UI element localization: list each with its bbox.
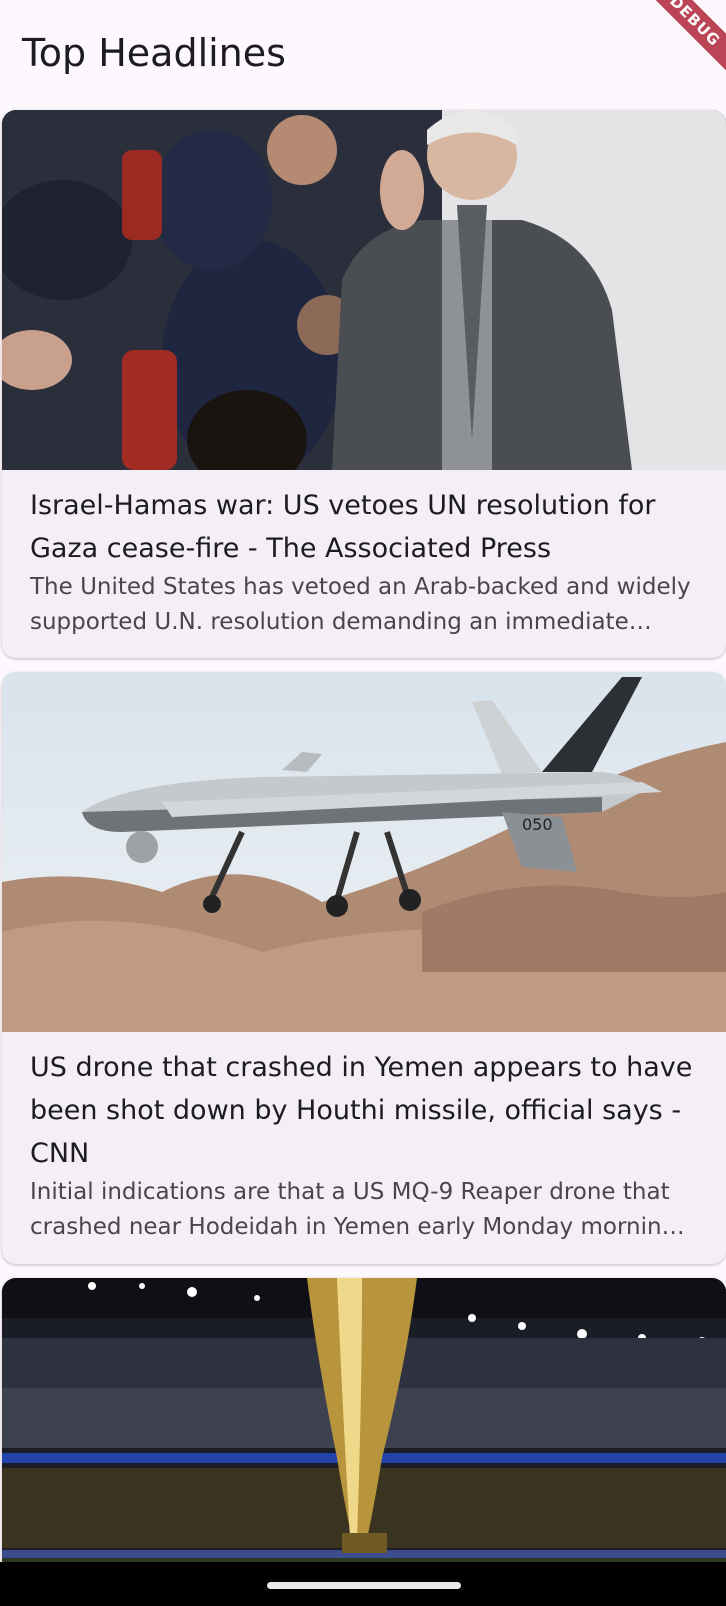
photo-mq9-reaper-drone: 050 [2, 672, 726, 1032]
article-card[interactable] [2, 1278, 726, 1606]
article-title: Israel-Hamas war: US vetoes UN resolutio… [30, 490, 656, 564]
article-image [2, 1278, 726, 1606]
system-nav-bar [0, 1562, 726, 1606]
photo-un-security-council [2, 110, 726, 470]
article-description: Initial indications are that a US MQ-9 R… [30, 1179, 677, 1240]
article-image: 050 [2, 672, 726, 1032]
app-bar: Top Headlines [0, 0, 726, 108]
home-indicator[interactable] [267, 1582, 461, 1589]
photo-stadium-trophy [2, 1278, 726, 1606]
page-title: Top Headlines [22, 31, 286, 75]
article-title: US drone that crashed in Yemen appears t… [30, 1052, 693, 1169]
article-description: The United States has vetoed an Arab-bac… [30, 574, 691, 635]
svg-text:050: 050 [522, 815, 553, 834]
article-card[interactable]: 050 US drone that crashed in Yemen appea… [2, 672, 726, 1264]
article-card[interactable]: Israel-Hamas war: US vetoes UN resolutio… [2, 110, 726, 658]
article-image [2, 110, 726, 470]
